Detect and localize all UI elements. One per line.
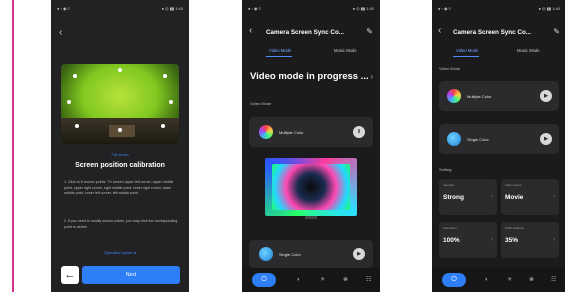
multicolor-icon	[447, 89, 461, 103]
calibration-title: Screen position calibration	[75, 162, 165, 169]
camera-preview-image[interactable]	[61, 64, 179, 144]
palette-icon[interactable]: ◑	[296, 276, 300, 284]
chevron-right-icon: ›	[491, 194, 493, 200]
mode-label: Multiple Color	[279, 130, 304, 135]
tv-stand	[305, 216, 317, 219]
mode-label: Single Color	[467, 137, 489, 142]
anchor-point[interactable]	[73, 74, 77, 78]
chevron-right-icon[interactable]: ›	[370, 72, 373, 81]
anchor-point[interactable]	[67, 100, 71, 104]
edit-icon[interactable]: ✎	[366, 27, 373, 37]
status-left: ● ‹ ◉ ≡	[57, 6, 70, 11]
mode-card-single-color[interactable]: Single Color ▶	[439, 124, 559, 154]
multicolor-icon	[259, 125, 273, 139]
bottom-navigation: ⏻ ◑ ☀ ❀ ☷	[432, 268, 565, 292]
section-label-video-mode: Video Mode	[439, 66, 461, 71]
single-color-icon	[447, 132, 461, 146]
status-left: ● ‹ ◉ ≡	[438, 6, 451, 11]
status-bar: ● ‹ ◉ ≡ ● ◎ ▮▮ 1:40	[248, 6, 374, 14]
anchor-point[interactable]	[169, 100, 173, 104]
section-label-setting: Setting	[439, 167, 452, 172]
next-button[interactable]: Next	[82, 266, 180, 284]
instruction-step-1: 1. Click to 8 anchor points: TV screen u…	[64, 180, 174, 195]
tv-illustration	[265, 158, 357, 216]
brightness-icon[interactable]: ☀	[320, 276, 325, 284]
edit-icon[interactable]: ✎	[553, 27, 560, 37]
mode-label: Multiple Color	[467, 94, 492, 99]
back-arrow-icon[interactable]: ‹	[438, 26, 441, 36]
power-icon[interactable]: ⏻	[252, 273, 276, 287]
brightness-icon[interactable]: ☀	[507, 276, 512, 284]
chevron-right-icon: ›	[553, 237, 555, 243]
chevron-right-icon: ›	[491, 237, 493, 243]
setting-value: 35%	[505, 237, 519, 244]
back-arrow-icon[interactable]: ‹	[59, 28, 62, 38]
full-screen-link[interactable]: Full screen	[51, 153, 189, 157]
single-color-icon	[259, 247, 273, 261]
menu-icon[interactable]: ☷	[551, 276, 556, 284]
chevron-right-icon: ›	[553, 194, 555, 200]
setting-saturation[interactable]: Saturation 100% ›	[439, 222, 497, 258]
play-button[interactable]: ▶	[540, 90, 552, 102]
anchor-point[interactable]	[75, 124, 79, 128]
tab-music-mode[interactable]: Music Mode	[334, 48, 357, 53]
mode-label: Single Color	[279, 252, 301, 257]
bottom-navigation: ⏻ ◑ ☀ ❀ ☷	[242, 268, 380, 292]
scene-icon[interactable]: ❀	[343, 276, 348, 284]
mode-card-single-color[interactable]: Single Color ▶	[249, 240, 373, 268]
mode-card-multiple-color[interactable]: Multiple Color ▶	[439, 81, 559, 111]
tab-music-mode[interactable]: Music Mode	[517, 48, 540, 53]
status-left: ● ‹ ◉ ≡	[248, 6, 261, 11]
back-arrow-icon[interactable]: ‹	[249, 26, 252, 36]
setting-video-scene[interactable]: Video scene Movie ›	[501, 179, 559, 215]
status-bar: ● ‹ ◉ ≡ ● ◎ ▮▮ 1:40	[57, 6, 183, 14]
setting-value: Movie	[505, 194, 524, 201]
mode-card-multiple-color[interactable]: Multiple Color ‖	[249, 117, 373, 147]
setting-label: White balance	[505, 226, 525, 230]
anchor-point[interactable]	[118, 128, 122, 132]
pause-button[interactable]: ‖	[353, 126, 365, 138]
mode-status-text[interactable]: Video mode in progress ...	[250, 71, 369, 82]
menu-icon[interactable]: ☷	[366, 276, 371, 284]
tv-stand-object	[109, 125, 135, 137]
setting-label: Saturation	[443, 226, 457, 230]
active-tab-indicator	[266, 56, 292, 57]
phone-video-settings-screen: ● ‹ ◉ ≡ ● ◎ ▮▮ 1:40 ‹ Camera Screen Sync…	[432, 0, 565, 292]
setting-value: Strong	[443, 194, 464, 201]
anchor-point[interactable]	[118, 68, 122, 72]
setting-label: Video scene	[505, 183, 522, 187]
anchor-point[interactable]	[161, 124, 165, 128]
play-button[interactable]: ▶	[353, 248, 365, 260]
setting-label: Intensity	[443, 183, 455, 187]
palette-icon[interactable]: ◑	[484, 276, 488, 284]
setting-white-balance[interactable]: White balance 35% ›	[501, 222, 559, 258]
phone-video-mode-screen: ● ‹ ◉ ≡ ● ◎ ▮▮ 1:40 ‹ Camera Screen Sync…	[242, 0, 380, 292]
status-right: ● ◎ ▮▮ 1:40	[538, 6, 560, 11]
left-accent-line	[12, 0, 14, 292]
status-right: ● ◎ ▮▮ 1:40	[352, 6, 374, 11]
section-label-video-mode: Video Mode	[250, 101, 272, 106]
active-tab-indicator	[453, 56, 479, 57]
status-bar: ● ‹ ◉ ≡ ● ◎ ▮▮ 1:40	[438, 6, 560, 14]
scene-icon[interactable]: ❀	[529, 276, 534, 284]
tab-video-mode[interactable]: Video Mode	[269, 48, 291, 53]
phone-calibration-screen: ● ‹ ◉ ≡ ● ◎ ▮▮ 1:40 ‹ Full screen Screen…	[51, 0, 189, 292]
page-title: Camera Screen Sync Co...	[266, 29, 345, 36]
operation-guide-link[interactable]: Operation guide ●	[51, 250, 189, 255]
status-right: ● ◎ ▮▮ 1:40	[161, 6, 183, 11]
anchor-point[interactable]	[163, 74, 167, 78]
play-button[interactable]: ▶	[540, 133, 552, 145]
setting-value: 100%	[443, 237, 460, 244]
power-icon[interactable]: ⏻	[442, 273, 466, 287]
page-title: Camera Screen Sync Co...	[453, 29, 532, 36]
previous-button[interactable]: ←	[61, 266, 79, 284]
instruction-step-2: 2. If you need to modify anchor points, …	[64, 219, 178, 229]
tab-video-mode[interactable]: Video Mode	[456, 48, 478, 53]
setting-intensity[interactable]: Intensity Strong ›	[439, 179, 497, 215]
